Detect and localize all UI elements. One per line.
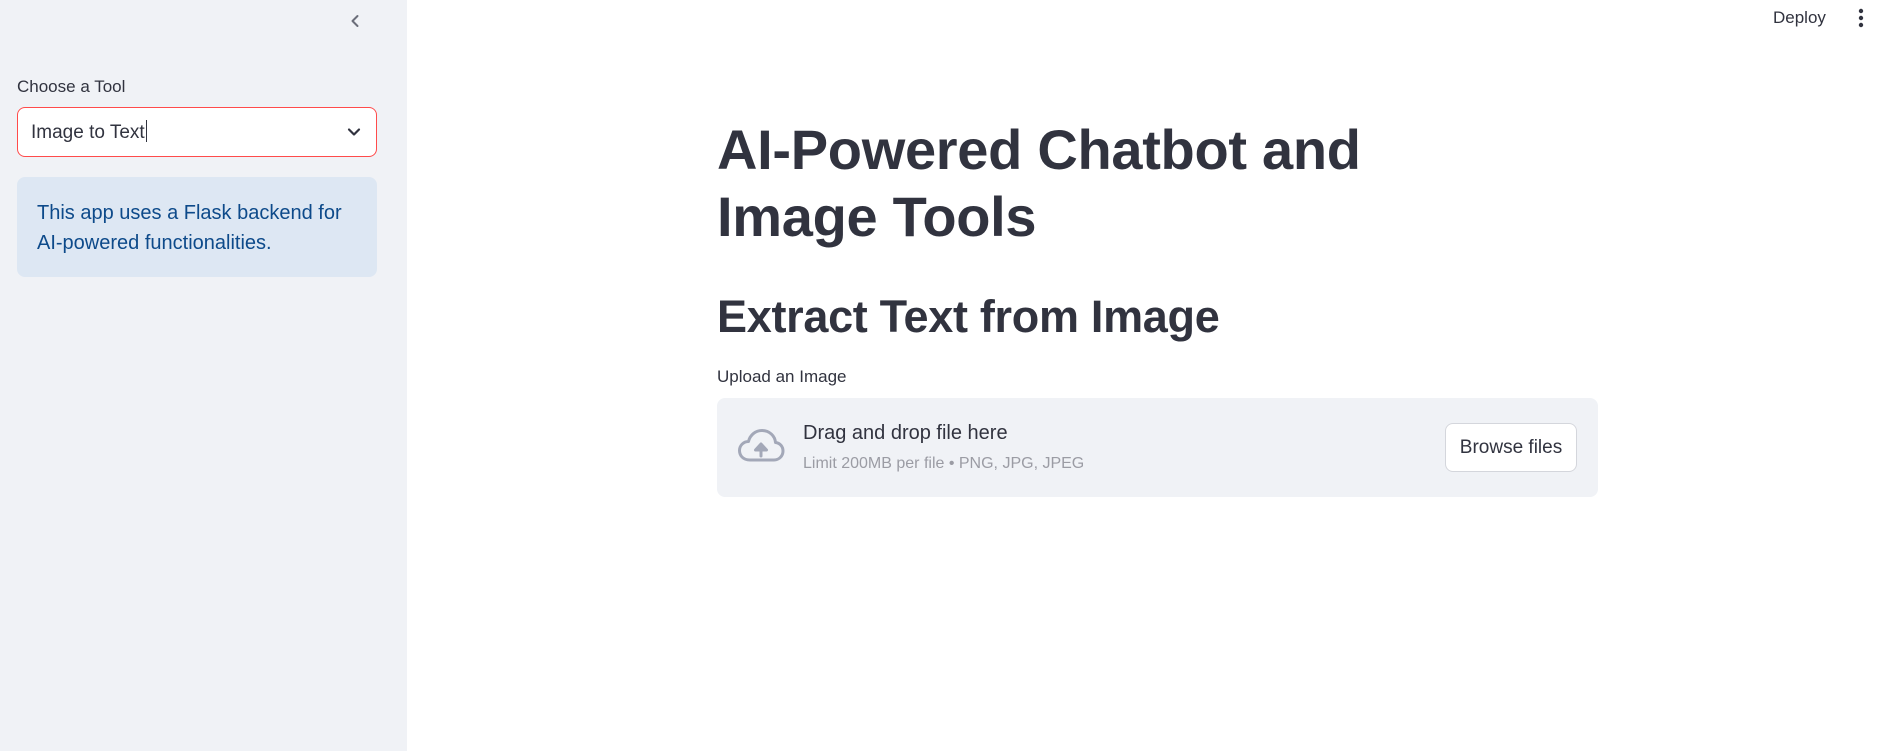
deploy-button[interactable]: Deploy (1763, 5, 1836, 31)
sidebar-collapse-button[interactable] (343, 9, 367, 33)
uploader-label: Upload an Image (717, 367, 847, 386)
tool-select-label: Choose a Tool (17, 77, 126, 96)
info-alert: This app uses a Flask backend for AI-pow… (17, 177, 377, 277)
browse-files-button[interactable]: Browse files (1445, 423, 1577, 472)
chevron-down-icon[interactable] (346, 124, 362, 140)
dropzone-limit-text: Limit 200MB per file • PNG, JPG, JPEG (803, 455, 1085, 472)
app-root: Choose a Tool Image to Text This app use… (0, 0, 1887, 751)
file-dropzone[interactable]: Drag and drop file here Limit 200MB per … (717, 398, 1598, 497)
page-title: AI-Powered Chatbot and Image Tools (717, 118, 1361, 248)
chevron-left-icon (351, 15, 359, 27)
section-title: Extract Text from Image (717, 291, 1220, 342)
info-alert-text: This app uses a Flask backend for AI-pow… (37, 202, 342, 254)
dropzone-instructions: Drag and drop file here (803, 422, 1008, 444)
sidebar: Choose a Tool Image to Text This app use… (0, 0, 407, 751)
main-menu-button[interactable] (1850, 5, 1872, 31)
tool-select-value[interactable]: Image to Text (31, 120, 346, 144)
more-vertical-icon (1858, 8, 1864, 28)
tool-select[interactable]: Image to Text (17, 107, 377, 157)
cloud-upload-icon (738, 429, 785, 462)
